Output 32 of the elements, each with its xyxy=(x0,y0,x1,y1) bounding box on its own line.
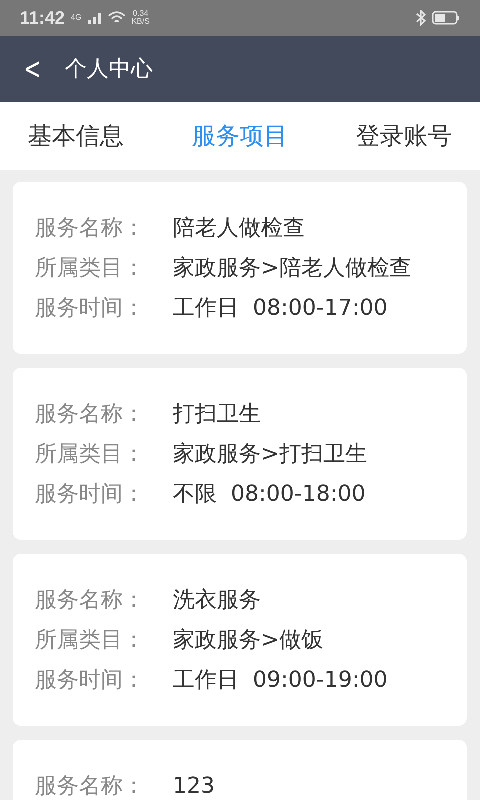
field-value: 家政服务>做饭 xyxy=(173,627,324,655)
field-label: 服务名称： xyxy=(35,587,146,615)
network-type: 4G xyxy=(71,14,82,22)
field-label: 服务时间： xyxy=(35,295,146,323)
field-value: 家政服务>陪老人做检查 xyxy=(173,255,412,283)
signal-icon xyxy=(88,12,102,24)
field-label: 所属类目： xyxy=(35,255,146,283)
field-label: 服务名称： xyxy=(35,401,146,429)
speed-unit: KB/S xyxy=(132,18,150,26)
field-value: 陪老人做检查 xyxy=(173,215,305,243)
field-value: 工作日 08:00-17:00 xyxy=(173,295,388,323)
field-label: 所属类目： xyxy=(35,627,146,655)
field-label: 服务名称： xyxy=(35,215,146,243)
field-value: 洗衣服务 xyxy=(173,587,261,615)
field-label: 服务名称： xyxy=(35,773,146,800)
field-value: 123 xyxy=(173,774,215,798)
bluetooth-icon xyxy=(416,10,426,26)
network-speed: 0.34 xyxy=(133,10,149,18)
wifi-icon xyxy=(108,11,126,25)
field-label: 服务时间： xyxy=(35,481,146,509)
field-label: 所属类目： xyxy=(35,441,146,469)
clock: 11:42 xyxy=(20,8,66,28)
field-label: 服务时间： xyxy=(35,667,146,695)
page-title: 个人中心 xyxy=(65,56,154,84)
tab[interactable]: 登录账号 xyxy=(356,120,452,152)
battery-icon xyxy=(432,11,460,25)
field-value: 工作日 09:00-19:00 xyxy=(173,667,388,695)
back-button[interactable]: < xyxy=(24,52,42,86)
field-value: 打扫卫生 xyxy=(173,401,261,429)
field-value: 不限 08:00-18:00 xyxy=(173,481,366,509)
field-value: 家政服务>打扫卫生 xyxy=(173,441,368,469)
tab[interactable]: 基本信息 xyxy=(28,120,124,152)
